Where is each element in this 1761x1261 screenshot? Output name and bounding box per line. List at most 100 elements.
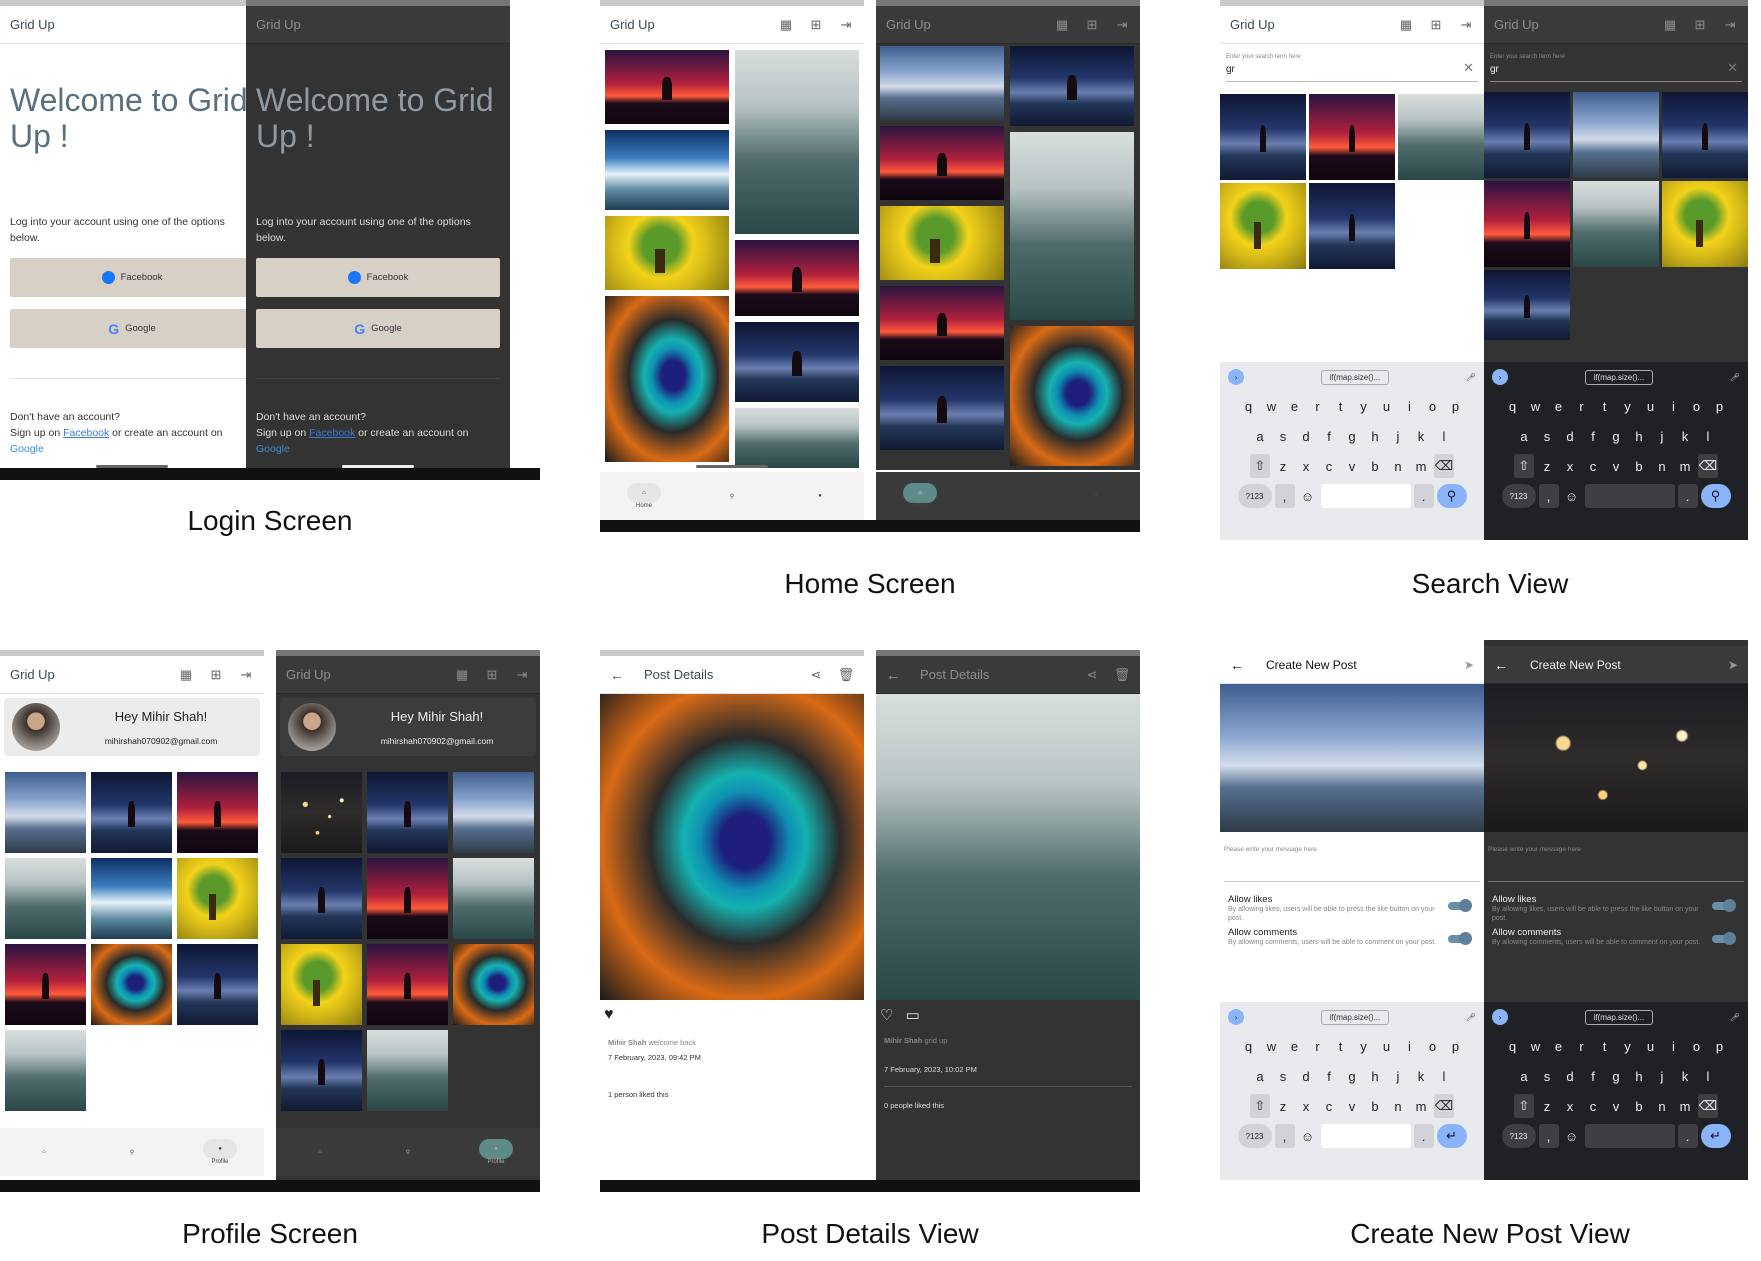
- key-j[interactable]: j: [1652, 424, 1672, 448]
- key-h[interactable]: h: [1365, 1064, 1385, 1088]
- key-p[interactable]: p: [1446, 394, 1466, 418]
- key-i[interactable]: i: [1400, 1034, 1420, 1058]
- comma-key[interactable]: ,: [1538, 1124, 1559, 1148]
- search-result[interactable]: [1484, 270, 1570, 340]
- key-b[interactable]: b: [1629, 1094, 1649, 1118]
- message-input[interactable]: Please write your message here: [1488, 846, 1744, 882]
- add-post-icon[interactable]: ⊞: [1692, 17, 1708, 33]
- keyboard[interactable]: › if(map.size()... 🎤︎ qwertyuiop asdfghjkl…: [1484, 362, 1748, 540]
- emoji-icon[interactable]: ☺: [1562, 484, 1582, 508]
- nav-home[interactable]: ⌂: [27, 1142, 61, 1162]
- selected-image[interactable]: [1220, 684, 1484, 832]
- nav-profile[interactable]: ●: [803, 486, 837, 506]
- heart-outline-icon[interactable]: ♡: [880, 1007, 893, 1024]
- facebook-login-button[interactable]: Facebook: [256, 258, 500, 297]
- key-q[interactable]: q: [1239, 1034, 1259, 1058]
- search-result[interactable]: [1484, 92, 1570, 178]
- period-key[interactable]: .: [1413, 1124, 1434, 1148]
- logout-icon[interactable]: ⇥: [238, 667, 254, 683]
- key-n[interactable]: n: [1388, 454, 1408, 478]
- post-thumbnail[interactable]: [735, 408, 859, 468]
- post-thumbnail[interactable]: [735, 322, 859, 402]
- key-d[interactable]: d: [1296, 424, 1316, 448]
- add-post-icon[interactable]: ⊞: [1084, 17, 1100, 33]
- google-login-button[interactable]: G Google: [256, 309, 500, 348]
- post-thumbnail[interactable]: [735, 50, 859, 234]
- key-k[interactable]: k: [1411, 424, 1431, 448]
- clipboard-suggestion[interactable]: if(map.size()...: [1320, 1009, 1390, 1025]
- nav-search[interactable]: ⚲: [115, 1142, 149, 1162]
- key-k[interactable]: k: [1411, 1064, 1431, 1088]
- logout-icon[interactable]: ⇥: [1722, 17, 1738, 33]
- heart-filled-icon[interactable]: ♥: [604, 1006, 860, 1024]
- clear-icon[interactable]: ✕: [1463, 60, 1474, 76]
- nav-profile[interactable]: ●: [1079, 486, 1113, 506]
- key-a[interactable]: a: [1250, 424, 1270, 448]
- key-n[interactable]: n: [1652, 1094, 1672, 1118]
- logout-icon[interactable]: ⇥: [838, 17, 854, 33]
- key-y[interactable]: y: [1354, 1034, 1374, 1058]
- send-icon[interactable]: ➤: [1728, 658, 1738, 672]
- key-l[interactable]: l: [1434, 424, 1454, 448]
- key-j[interactable]: j: [1388, 424, 1408, 448]
- key-e[interactable]: e: [1285, 394, 1305, 418]
- key-r[interactable]: r: [1308, 394, 1328, 418]
- key-z[interactable]: z: [1273, 1094, 1293, 1118]
- symbols-key[interactable]: ?123: [1237, 484, 1272, 508]
- search-result[interactable]: [1573, 92, 1659, 178]
- backspace-icon[interactable]: ⌫: [1698, 454, 1718, 478]
- key-i[interactable]: i: [1664, 1034, 1684, 1058]
- key-b[interactable]: b: [1365, 1094, 1385, 1118]
- key-k[interactable]: k: [1675, 424, 1695, 448]
- symbols-key[interactable]: ?123: [1501, 484, 1536, 508]
- back-arrow-icon[interactable]: ←: [1494, 657, 1508, 673]
- gallery-icon[interactable]: ▦: [178, 667, 194, 683]
- search-result[interactable]: [1220, 94, 1306, 180]
- period-key[interactable]: .: [1677, 1124, 1698, 1148]
- post-thumbnail[interactable]: [1010, 132, 1134, 320]
- key-k[interactable]: k: [1675, 1064, 1695, 1088]
- search-result[interactable]: [1309, 94, 1395, 180]
- symbols-key[interactable]: ?123: [1237, 1124, 1272, 1148]
- search-input[interactable]: Enter your search term here gr ✕: [1226, 54, 1478, 82]
- post-thumbnail[interactable]: [605, 296, 729, 462]
- period-key[interactable]: .: [1677, 484, 1698, 508]
- profile-post[interactable]: [91, 944, 172, 1025]
- key-y[interactable]: y: [1618, 1034, 1638, 1058]
- key-u[interactable]: u: [1377, 394, 1397, 418]
- key-g[interactable]: g: [1342, 1064, 1362, 1088]
- key-b[interactable]: b: [1365, 454, 1385, 478]
- comment-icon[interactable]: ▭: [906, 1007, 920, 1024]
- key-e[interactable]: e: [1285, 1034, 1305, 1058]
- key-z[interactable]: z: [1273, 454, 1293, 478]
- message-input[interactable]: Please write your message here: [1224, 846, 1480, 882]
- key-m[interactable]: m: [1675, 1094, 1695, 1118]
- post-thumbnail[interactable]: [605, 216, 729, 290]
- google-login-button[interactable]: G Google: [10, 309, 254, 348]
- mic-icon[interactable]: 🎤︎: [1730, 1013, 1740, 1022]
- key-x[interactable]: x: [1296, 1094, 1316, 1118]
- key-z[interactable]: z: [1537, 454, 1557, 478]
- gallery-icon[interactable]: ▦: [454, 667, 470, 683]
- logout-icon[interactable]: ⇥: [1458, 17, 1474, 33]
- key-o[interactable]: o: [1687, 1034, 1707, 1058]
- key-s[interactable]: s: [1273, 424, 1293, 448]
- keyboard-expand-icon[interactable]: ›: [1228, 369, 1244, 385]
- search-result[interactable]: [1398, 94, 1484, 180]
- allow-comments-toggle[interactable]: [1448, 932, 1472, 945]
- key-b[interactable]: b: [1629, 454, 1649, 478]
- search-key-icon[interactable]: ⚲: [1700, 484, 1731, 508]
- key-u[interactable]: u: [1641, 394, 1661, 418]
- emoji-icon[interactable]: ☺: [1298, 1124, 1318, 1148]
- post-thumbnail[interactable]: [605, 50, 729, 124]
- key-p[interactable]: p: [1710, 1034, 1730, 1058]
- profile-post[interactable]: [5, 1030, 86, 1111]
- keyboard-expand-icon[interactable]: ›: [1228, 1009, 1244, 1025]
- profile-post[interactable]: [177, 772, 258, 853]
- key-c[interactable]: c: [1583, 1094, 1603, 1118]
- key-u[interactable]: u: [1377, 1034, 1397, 1058]
- mic-icon[interactable]: 🎤︎: [1466, 373, 1476, 382]
- key-d[interactable]: d: [1560, 424, 1580, 448]
- shift-icon[interactable]: ⇧: [1250, 1094, 1270, 1118]
- clipboard-suggestion[interactable]: if(map.size()...: [1584, 369, 1654, 385]
